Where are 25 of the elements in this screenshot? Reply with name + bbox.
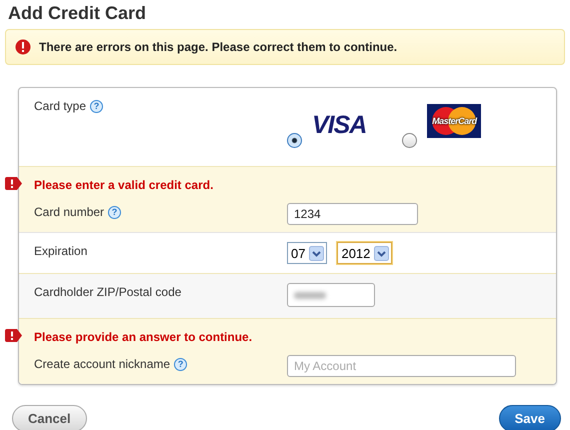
field-label: Card type (34, 99, 86, 113)
text-input[interactable]: My Account (287, 355, 516, 377)
dropdown[interactable]: 2012 (337, 242, 392, 264)
help-icon[interactable]: ? (108, 206, 122, 218)
radio-button[interactable] (287, 133, 302, 148)
help-icon[interactable]: ? (174, 358, 188, 370)
save-button[interactable]: Save (498, 405, 561, 430)
help-icon[interactable]: ? (90, 100, 104, 112)
field-label: Expiration (34, 244, 88, 258)
field-label: Create account nickname (34, 357, 170, 371)
page-title: Add Credit Card (8, 3, 148, 24)
error-marker-icon (5, 177, 22, 190)
radio-button[interactable] (402, 133, 418, 148)
error-icon (15, 39, 31, 55)
dropdown[interactable]: 07 (287, 242, 328, 264)
visa-logo: VISA (312, 111, 366, 140)
zip-input[interactable] (287, 283, 375, 307)
error-message: Please provide an answer to continue. (34, 330, 252, 344)
text-input[interactable]: 1234 (287, 203, 418, 225)
cancel-button[interactable]: Cancel (12, 405, 87, 430)
error-message: Please enter a valid credit card. (34, 178, 214, 192)
error-marker-icon (5, 329, 22, 342)
error-banner-text: There are errors on this page. Please correct them to continue. (39, 40, 398, 54)
field-label: Cardholder ZIP/Postal code (34, 285, 182, 299)
field-label: Card number (34, 205, 104, 219)
